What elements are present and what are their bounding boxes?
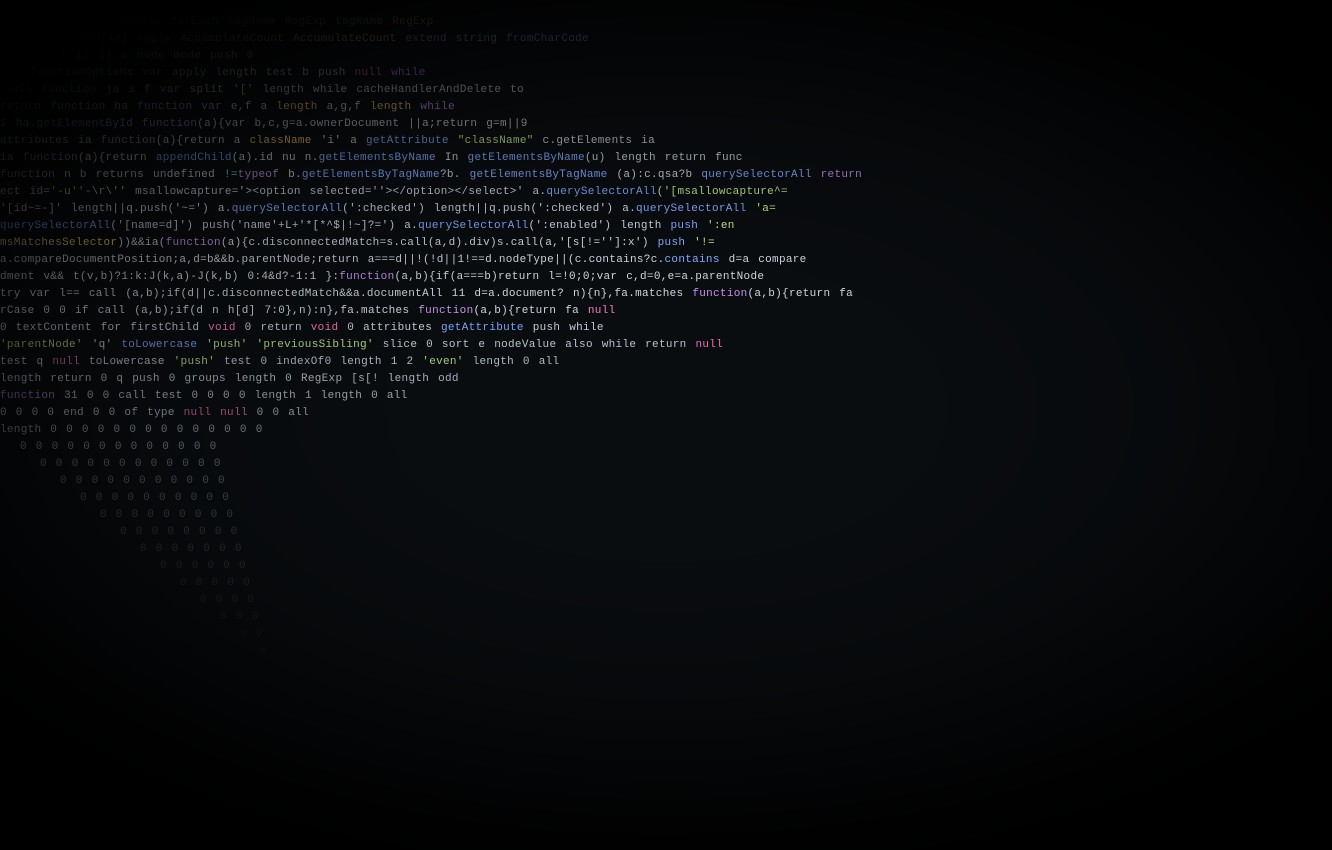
code-line: 0 0 0 0 [200,593,254,609]
code-line: querySelectorAll('[name=d]') push('name'… [0,219,735,235]
code-line: try var l== call (a,b);if(d||c.disconnec… [0,287,853,303]
code-line: length return 0 q push 0 groups length 0… [0,372,459,388]
code-line: dfn[id] apply AccumulateCount Accumulate… [80,32,589,48]
code-line: 0 0 0 0 0 [180,576,250,592]
code-line: attributes ia function(a){return a class… [0,134,655,150]
code-line: function 31 0 0 call test 0 0 0 0 length… [0,389,408,405]
code-line: a.compareDocumentPosition;a,d=b&&b.paren… [0,253,807,269]
code-line: 0 [260,644,267,660]
code-line: 0 0 0 0 end 0 0 of type null null 0 0 al… [0,406,309,422]
code-line: 0 0 0 0 0 0 0 0 0 0 0 [60,474,225,490]
code-line: msMatchesSelector))&&ia(function(a){c.di… [0,236,715,252]
code-line: test q null toLowercase 'push' test 0 in… [0,355,559,371]
code-line: length 0 0 0 0 0 0 0 0 0 0 0 0 0 0 [0,423,263,439]
code-line: functionOptions var apply length test b … [30,66,426,82]
code-line: 0 0 0 0 0 0 0 0 0 0 0 0 0 [20,440,217,456]
code-line: i ii jj a node mode push 0 [60,49,253,65]
code-line: 0 0 [240,627,263,643]
code-line: return function ha function var e,f a le… [0,100,455,116]
code-line: 'parentNode' 'q' toLowercase 'push' 'pre… [0,338,723,354]
code-line: 0 textContent for firstChild void 0 retu… [0,321,604,337]
code-line: rCase 0 0 if call (a,b);if(d n h[d] 7:0}… [0,304,616,320]
code-line: 0 0 0 0 0 0 0 0 0 [100,508,233,524]
code-line: '[id~=-]' length||q.push('~=') a.querySe… [0,202,776,218]
code-line: 0 0 0 0 0 0 0 [140,542,242,558]
code-line: ia function(a){return appendChild(a).id … [0,151,743,167]
code-line: function n b returns undefined !=typeof … [0,168,862,184]
code-line: 0 0 0 0 0 0 0 0 0 0 [80,491,229,507]
code-line: 1 ha.getElementById function(a){var b,c,… [0,117,528,133]
code-line: null function ja s f var split '[' lengt… [5,83,524,99]
code-line: 0 0 0 0 0 0 [160,559,246,575]
code-line: dment v&& t(v,b)?1:k:J(k,a)-J(k,b) 0:4&d… [0,270,764,286]
code-line: 0 0 0 0 0 0 0 0 [120,525,238,541]
code-line: 0 0 0 [220,610,259,626]
code-line: 0 0 0 0 0 0 0 0 0 0 0 0 [40,457,221,473]
code-line: ect id='-u''-\r\'' msallowcapture='><opt… [0,185,788,201]
code-line: RegExp forEach tagName RegExp tagName Re… [120,15,434,31]
code-lines: RegExp forEach tagName RegExp tagName Re… [0,0,1332,850]
code-canvas: RegExp forEach tagName RegExp tagName Re… [0,0,1332,850]
